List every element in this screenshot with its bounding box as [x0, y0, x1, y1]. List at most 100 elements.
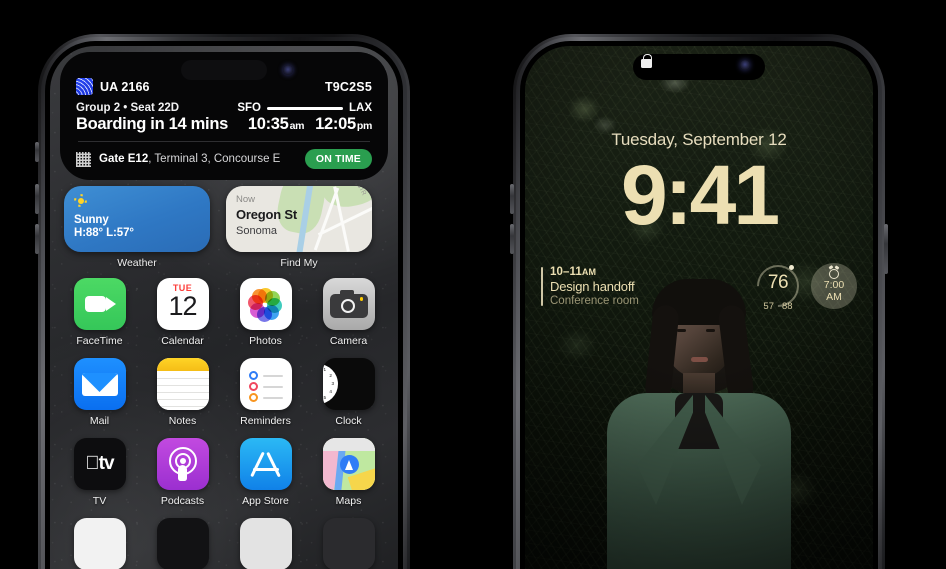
- app-store-stroke: [249, 451, 265, 478]
- app-label: Reminders: [240, 415, 291, 427]
- app-app-store[interactable]: App Store: [224, 438, 307, 507]
- scene: UA 2166 T9C2S5 Group 2 • Seat 22D SFO LA…: [0, 0, 946, 569]
- app-mail[interactable]: Mail: [58, 358, 141, 427]
- partial-app-icon[interactable]: [156, 518, 209, 569]
- divider: [78, 141, 370, 142]
- app-row-partial[interactable]: [224, 518, 307, 569]
- weather-widget-container[interactable]: Sunny H:88° L:57° Weather: [64, 186, 210, 270]
- gate-info: Gate E12, Terminal 3, Concourse E: [99, 153, 297, 165]
- arrival-time: 12:05pm: [315, 115, 372, 134]
- arrival-time-value: 12:05: [315, 115, 356, 133]
- volume-up-button[interactable]: [510, 184, 514, 214]
- dynamic-island-pill: [181, 60, 267, 80]
- live-activity-subheader: Group 2 • Seat 22D SFO LAX: [76, 102, 372, 114]
- app-maps[interactable]: Maps: [307, 438, 390, 507]
- mail-icon[interactable]: [73, 358, 126, 410]
- lock-screen[interactable]: Tuesday, September 12 9:41 10–11AM Desig…: [525, 46, 873, 569]
- app-podcasts[interactable]: Podcasts: [141, 438, 224, 507]
- flight-live-activity-widget[interactable]: UA 2166 T9C2S5 Group 2 • Seat 22D SFO LA…: [60, 52, 388, 180]
- calendar-date: 12: [168, 291, 197, 321]
- clock-face: 123456789101112: [322, 364, 338, 404]
- reminder-row: [248, 371, 283, 380]
- photos-petal: [252, 288, 267, 304]
- reminder-row: [248, 393, 283, 402]
- temperature-ring-marker: [788, 265, 794, 271]
- origin-airport: SFO: [237, 102, 261, 114]
- alarm-meridiem: AM: [826, 290, 842, 303]
- qr-code-icon[interactable]: [76, 151, 91, 167]
- volume-down-button[interactable]: [35, 224, 39, 254]
- app-row-partial[interactable]: [141, 518, 224, 569]
- notes-header-band: [156, 358, 209, 371]
- partial-app-icon[interactable]: [322, 518, 375, 569]
- weather-high-low: H:88° L:57°: [74, 227, 134, 239]
- find-my-widget-container[interactable]: GREGORY CIR Now Oregon St Sonoma Find My: [226, 186, 372, 270]
- weather-widget-label: Weather: [117, 257, 157, 269]
- find-my-street: Oregon St: [236, 207, 298, 222]
- camera-lens: [340, 299, 355, 313]
- app-tv[interactable]: tv TV: [58, 438, 141, 507]
- clock-icon[interactable]: 123456789101112: [322, 358, 375, 410]
- camera-flash: [359, 297, 364, 301]
- weather-widget[interactable]: Sunny H:88° L:57°: [64, 186, 210, 252]
- app-store-stroke: [252, 468, 279, 472]
- confirmation-code: T9C2S5: [324, 79, 372, 94]
- route: SFO LAX: [237, 102, 372, 114]
- widget-row: Sunny H:88° L:57° Weather Now Oregon St …: [64, 186, 384, 270]
- app-label: FaceTime: [76, 335, 123, 347]
- live-activity-main: Boarding in 14 mins 10:35am 12:05pm: [76, 115, 372, 134]
- photos-icon[interactable]: [239, 278, 292, 330]
- find-my-widget[interactable]: GREGORY CIR Now Oregon St Sonoma: [226, 186, 372, 252]
- app-store-icon[interactable]: [239, 438, 292, 490]
- apple-tv-wordmark: tv: [85, 453, 114, 474]
- temperature-lock-widget[interactable]: 76 57 88: [748, 256, 808, 316]
- temperature-low: 57: [763, 301, 774, 312]
- app-row-partial[interactable]: [307, 518, 390, 569]
- notes-icon[interactable]: [156, 358, 209, 410]
- maps-icon[interactable]: [322, 438, 375, 490]
- app-calendar[interactable]: TUE 12 Calendar: [141, 278, 224, 347]
- app-clock[interactable]: 123456789101112 Clock: [307, 358, 390, 427]
- app-camera[interactable]: Camera: [307, 278, 390, 347]
- partial-app-icon[interactable]: [73, 518, 126, 569]
- departure-meridiem: am: [289, 120, 305, 132]
- find-my-timestamp: Now: [236, 194, 256, 205]
- podcasts-icon[interactable]: [156, 438, 209, 490]
- calendar-lock-widget[interactable]: 10–11AM Design handoff Conference room: [541, 266, 745, 307]
- camera-icon[interactable]: [322, 278, 375, 330]
- app-facetime[interactable]: FaceTime: [58, 278, 141, 347]
- app-row-partial[interactable]: [58, 518, 141, 569]
- terminal-concourse: , Terminal 3, Concourse E: [148, 153, 281, 165]
- facetime-icon[interactable]: [73, 278, 126, 330]
- lock-widget-row: 10–11AM Design handoff Conference room 7…: [541, 256, 857, 316]
- partial-app-icon[interactable]: [239, 518, 292, 569]
- event-time-value: 10–11: [550, 265, 582, 278]
- action-button[interactable]: [35, 142, 39, 162]
- boarding-status: Boarding in 14 mins: [76, 115, 228, 133]
- reminder-bar: [262, 385, 283, 388]
- app-label: Clock: [335, 415, 362, 427]
- volume-down-button[interactable]: [510, 224, 514, 254]
- departure-time-value: 10:35: [247, 115, 289, 133]
- reminders-icon[interactable]: [239, 358, 292, 410]
- app-notes[interactable]: Notes: [141, 358, 224, 427]
- apple-tv-icon[interactable]: tv: [73, 438, 126, 490]
- alarm-lock-widget[interactable]: 7:00 AM: [811, 263, 857, 309]
- event-title: Design handoff: [550, 278, 635, 294]
- volume-up-button[interactable]: [35, 184, 39, 214]
- calendar-icon[interactable]: TUE 12: [156, 278, 209, 330]
- app-photos[interactable]: Photos: [224, 278, 307, 347]
- iphone-home-screen-device: UA 2166 T9C2S5 Group 2 • Seat 22D SFO LA…: [35, 34, 410, 569]
- route-progress-bar: [267, 106, 343, 110]
- home-screen[interactable]: UA 2166 T9C2S5 Group 2 • Seat 22D SFO LA…: [50, 46, 398, 569]
- clock-numeral: 2: [329, 373, 332, 378]
- app-store-stroke: [265, 451, 281, 478]
- event-location: Conference room: [550, 294, 639, 307]
- reminder-bar: [262, 396, 283, 399]
- power-button[interactable]: [884, 224, 888, 274]
- notes-lines: [156, 372, 209, 410]
- live-activity-header: UA 2166 T9C2S5: [76, 78, 372, 95]
- app-reminders[interactable]: Reminders: [224, 358, 307, 427]
- flight-times: 10:35am 12:05pm: [248, 115, 372, 134]
- flight-number: UA 2166: [100, 79, 150, 94]
